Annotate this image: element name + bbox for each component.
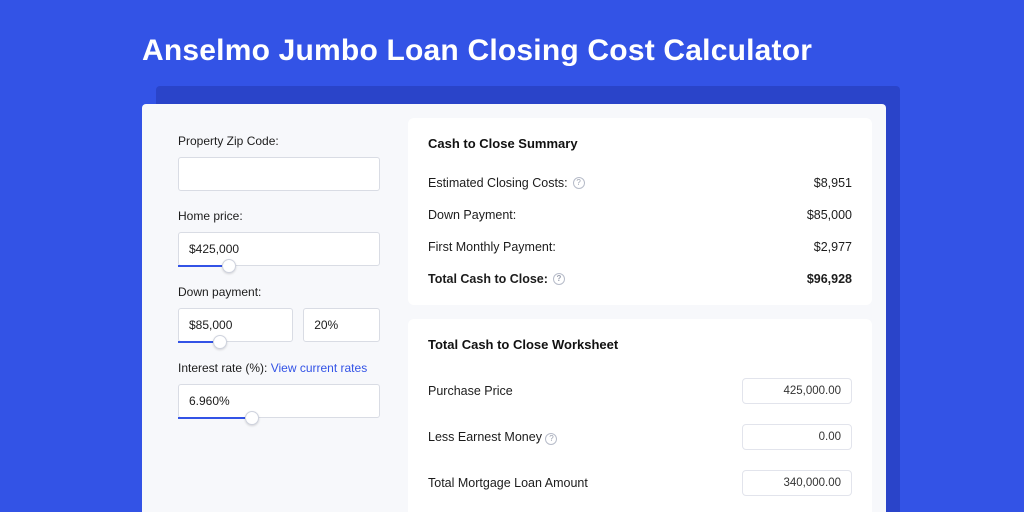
interest-rate-field: Interest rate (%): View current rates bbox=[178, 361, 380, 419]
interest-rate-input[interactable] bbox=[178, 384, 380, 418]
summary-row-closing-costs: Estimated Closing Costs: ? $8,951 bbox=[428, 167, 852, 199]
worksheet-title: Total Cash to Close Worksheet bbox=[428, 337, 852, 352]
view-current-rates-link[interactable]: View current rates bbox=[271, 361, 368, 375]
zip-label: Property Zip Code: bbox=[178, 134, 380, 148]
zip-input[interactable] bbox=[178, 157, 380, 191]
interest-rate-slider-fill bbox=[178, 417, 245, 419]
down-payment-input[interactable] bbox=[178, 308, 293, 342]
help-icon[interactable]: ? bbox=[573, 177, 585, 189]
summary-down-payment-value: $85,000 bbox=[807, 208, 852, 222]
zip-field: Property Zip Code: bbox=[178, 134, 380, 191]
worksheet-purchase-input[interactable] bbox=[742, 378, 852, 404]
home-price-field: Home price: bbox=[178, 209, 380, 267]
help-icon[interactable]: ? bbox=[553, 273, 565, 285]
summary-first-payment-value: $2,977 bbox=[814, 240, 852, 254]
worksheet-row-earnest: Less Earnest Money ? bbox=[428, 414, 852, 460]
summary-row-down-payment: Down Payment: $85,000 bbox=[428, 199, 852, 231]
worksheet-loan-amount-label: Total Mortgage Loan Amount bbox=[428, 476, 588, 490]
summary-first-payment-label: First Monthly Payment: bbox=[428, 240, 556, 254]
worksheet-loan-amount-input[interactable] bbox=[742, 470, 852, 496]
worksheet-purchase-label: Purchase Price bbox=[428, 384, 513, 398]
home-price-slider-thumb[interactable] bbox=[222, 259, 236, 273]
down-payment-label: Down payment: bbox=[178, 285, 380, 299]
interest-rate-label-text: Interest rate (%): bbox=[178, 361, 271, 375]
worksheet-earnest-label: Less Earnest Money bbox=[428, 430, 542, 444]
summary-closing-costs-label: Estimated Closing Costs: bbox=[428, 176, 568, 190]
worksheet-row-purchase: Purchase Price bbox=[428, 368, 852, 414]
summary-closing-costs-value: $8,951 bbox=[814, 176, 852, 190]
summary-total-label: Total Cash to Close: bbox=[428, 272, 548, 286]
home-price-label: Home price: bbox=[178, 209, 380, 223]
summary-row-total: Total Cash to Close: ? $96,928 bbox=[428, 263, 852, 295]
interest-rate-slider-thumb[interactable] bbox=[245, 411, 259, 425]
summary-row-first-payment: First Monthly Payment: $2,977 bbox=[428, 231, 852, 263]
home-price-slider[interactable] bbox=[178, 265, 380, 267]
worksheet-row-second: Total Second Mortgage Amount ? bbox=[428, 506, 852, 512]
summary-down-payment-label: Down Payment: bbox=[428, 208, 516, 222]
down-payment-slider-thumb[interactable] bbox=[213, 335, 227, 349]
home-price-slider-fill bbox=[178, 265, 222, 267]
summary-card: Cash to Close Summary Estimated Closing … bbox=[408, 118, 872, 305]
calculator-surface: Property Zip Code: Home price: Down paym… bbox=[142, 104, 886, 512]
down-payment-slider-fill bbox=[178, 341, 213, 343]
down-payment-pct-input[interactable] bbox=[303, 308, 380, 342]
inputs-panel: Property Zip Code: Home price: Down paym… bbox=[142, 104, 402, 512]
interest-rate-slider[interactable] bbox=[178, 417, 380, 419]
summary-title: Cash to Close Summary bbox=[428, 136, 852, 151]
home-price-input[interactable] bbox=[178, 232, 380, 266]
worksheet-row-loan-amount: Total Mortgage Loan Amount bbox=[428, 460, 852, 506]
summary-total-value: $96,928 bbox=[807, 272, 852, 286]
help-icon[interactable]: ? bbox=[545, 433, 557, 445]
page-title: Anselmo Jumbo Loan Closing Cost Calculat… bbox=[142, 34, 812, 68]
worksheet-card: Total Cash to Close Worksheet Purchase P… bbox=[408, 319, 872, 512]
down-payment-field: Down payment: bbox=[178, 285, 380, 343]
interest-rate-label: Interest rate (%): View current rates bbox=[178, 361, 380, 375]
worksheet-earnest-input[interactable] bbox=[742, 424, 852, 450]
down-payment-slider[interactable] bbox=[178, 341, 303, 343]
results-panel: Cash to Close Summary Estimated Closing … bbox=[402, 104, 886, 512]
